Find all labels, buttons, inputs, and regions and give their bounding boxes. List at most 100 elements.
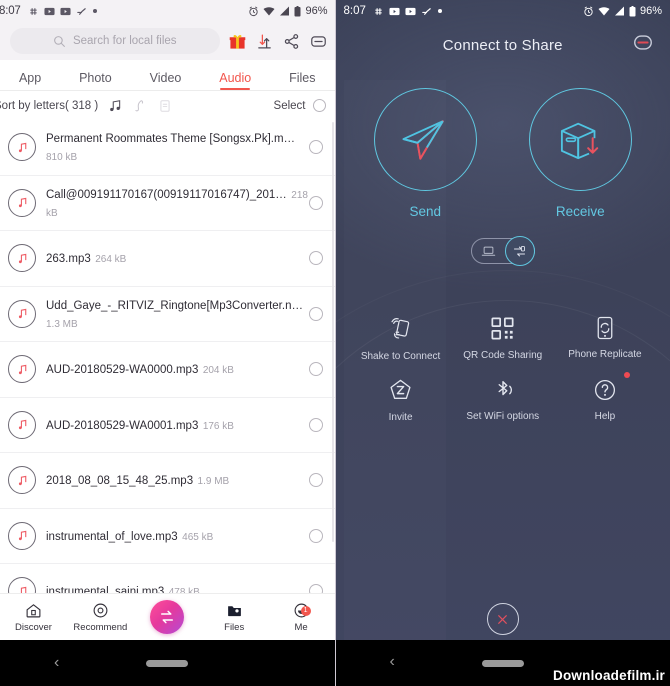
- table-row[interactable]: Udd_Gaye_-_RITVIZ_Ringtone[Mp3Converter.…: [0, 287, 335, 342]
- laptop-icon[interactable]: [472, 244, 505, 259]
- scrollbar[interactable]: [331, 122, 334, 542]
- select-label: Select: [273, 99, 306, 112]
- tab-photo[interactable]: Photo: [79, 71, 112, 90]
- feature-label: Shake to Connect: [360, 351, 441, 362]
- file-select-radio[interactable]: [308, 306, 323, 321]
- nav-item-me[interactable]: Me 1: [268, 602, 335, 633]
- nav-item-recommend[interactable]: Recommend: [67, 602, 134, 633]
- feature-help[interactable]: Help: [554, 368, 656, 429]
- select-all-radio[interactable]: [312, 99, 326, 112]
- transfer-fab-icon[interactable]: [150, 600, 185, 634]
- feature-invite[interactable]: Invite: [350, 368, 452, 429]
- tab-video[interactable]: Video: [150, 71, 182, 90]
- music-file-icon: [8, 188, 36, 217]
- primary-actions: Send Receive: [336, 88, 670, 219]
- search-placeholder: Search for local files: [72, 35, 177, 47]
- menu-icon[interactable]: [632, 32, 654, 59]
- nav-label: Discover: [14, 621, 52, 633]
- home-pill-button[interactable]: [146, 659, 189, 667]
- file-select-radio[interactable]: [308, 528, 323, 543]
- signal-icon: [280, 6, 290, 16]
- table-row[interactable]: AUD-20180529-WA0001.mp3 176 kB: [0, 398, 335, 453]
- gift-icon[interactable]: [229, 33, 246, 50]
- file-select-radio[interactable]: [308, 417, 323, 432]
- feature-qr-code-sharing[interactable]: QR Code Sharing: [452, 306, 554, 368]
- feature-phone-replicate[interactable]: Phone Replicate: [554, 306, 656, 368]
- table-row[interactable]: instrumental_of_love.mp3 465 kB: [0, 509, 335, 564]
- phone-share-icon[interactable]: [504, 236, 535, 266]
- nav-label: Recommend: [73, 621, 128, 633]
- receive-action[interactable]: Receive: [528, 88, 632, 219]
- sort-bar: Sort by letters( 318 ) Select: [0, 91, 335, 121]
- battery-percent: 96%: [639, 5, 662, 17]
- file-size: 1.3 MB: [46, 318, 78, 330]
- feature-shake-to-connect[interactable]: Shake to Connect: [350, 306, 452, 368]
- file-name: Udd_Gaye_-_RITVIZ_Ringtone[Mp3Converter.…: [46, 299, 303, 312]
- file-size: 810 kB: [46, 152, 78, 164]
- bluetooth-icon: [498, 381, 512, 396]
- file-select-radio[interactable]: [308, 195, 323, 210]
- nav-item-files[interactable]: Files: [201, 602, 268, 633]
- status-badge: 1: [300, 605, 311, 616]
- card-icon[interactable]: [310, 33, 327, 50]
- table-row[interactable]: Call@009191170167(00919117016747)_201… 2…: [0, 176, 335, 231]
- status-time: 8:07: [0, 5, 21, 17]
- search-input[interactable]: Search for local files: [10, 28, 220, 54]
- transfer-icon[interactable]: [256, 33, 273, 50]
- dot-icon: [437, 9, 442, 13]
- file-name: AUD-20180529-WA0000.mp3: [46, 364, 199, 377]
- table-row[interactable]: 263.mp3 264 kB: [0, 231, 335, 287]
- audio-file-list[interactable]: Permanent Roommates Theme [Songsx.Pk].m……: [0, 120, 335, 640]
- table-row[interactable]: AUD-20180529-WA0000.mp3 204 kB: [0, 342, 335, 398]
- file-name: 2018_08_08_15_48_25.mp3: [46, 475, 194, 488]
- back-button[interactable]: ‹: [54, 654, 59, 672]
- music-file-icon: [8, 244, 36, 273]
- home-pill-button[interactable]: [481, 660, 524, 667]
- folder-icon: [227, 605, 241, 616]
- music-file-icon: [8, 133, 36, 162]
- music-note-icon[interactable]: [108, 99, 122, 113]
- file-select-radio[interactable]: [308, 140, 323, 155]
- help-icon: [594, 379, 615, 401]
- file-select-radio[interactable]: [308, 473, 323, 488]
- status-system-icons: 96%: [248, 5, 328, 17]
- music-file-icon: [8, 521, 36, 550]
- invite-zapya-icon: [390, 379, 411, 399]
- music-file-icon: [8, 410, 36, 439]
- tab-audio[interactable]: Audio: [219, 71, 251, 90]
- send-button[interactable]: [373, 88, 477, 191]
- nav-label: Me: [294, 621, 308, 633]
- feature-set-wifi-options[interactable]: Set WiFi options: [452, 368, 554, 429]
- send-action[interactable]: Send: [373, 88, 477, 219]
- right-phone-screen: 8:07 96% Connect to Share Send Receive S…: [335, 0, 670, 686]
- table-row[interactable]: 2018_08_08_15_48_25.mp3 1.9 MB: [0, 453, 335, 509]
- receive-label: Receive: [555, 204, 605, 219]
- ringtone-icon[interactable]: [133, 99, 147, 113]
- file-info: 2018_08_08_15_48_25.mp3 1.9 MB: [46, 471, 309, 489]
- share-icon[interactable]: [283, 33, 300, 50]
- status-system-icons: 96%: [583, 5, 662, 17]
- file-select-radio[interactable]: [308, 362, 323, 377]
- android-navigation-bar: ‹: [0, 640, 335, 686]
- nav-item-discover[interactable]: Discover: [0, 602, 67, 633]
- table-row[interactable]: Permanent Roommates Theme [Songsx.Pk].m……: [0, 120, 335, 176]
- nav-item-transfer-fab[interactable]: [134, 600, 201, 634]
- document-icon[interactable]: [158, 99, 172, 113]
- tab-files[interactable]: Files: [289, 71, 315, 90]
- qr-code-icon: [491, 317, 514, 340]
- tab-app[interactable]: App: [19, 71, 41, 90]
- youtube-icon: [405, 7, 416, 15]
- back-button[interactable]: ‹: [390, 653, 395, 671]
- status-time: 8:07: [343, 5, 366, 17]
- select-control[interactable]: Select: [274, 99, 326, 112]
- top-action-icons: [229, 33, 327, 50]
- receive-button[interactable]: [528, 88, 632, 191]
- mode-toggle[interactable]: [470, 236, 535, 266]
- wifi-icon: [598, 7, 610, 16]
- close-button[interactable]: [486, 603, 519, 635]
- alarm-icon: [584, 6, 593, 16]
- sort-label[interactable]: Sort by letters( 318 ): [0, 100, 98, 112]
- category-tabs: App Photo Video Audio Files: [0, 60, 335, 91]
- page-header: Connect to Share: [336, 22, 670, 68]
- file-select-radio[interactable]: [308, 251, 323, 266]
